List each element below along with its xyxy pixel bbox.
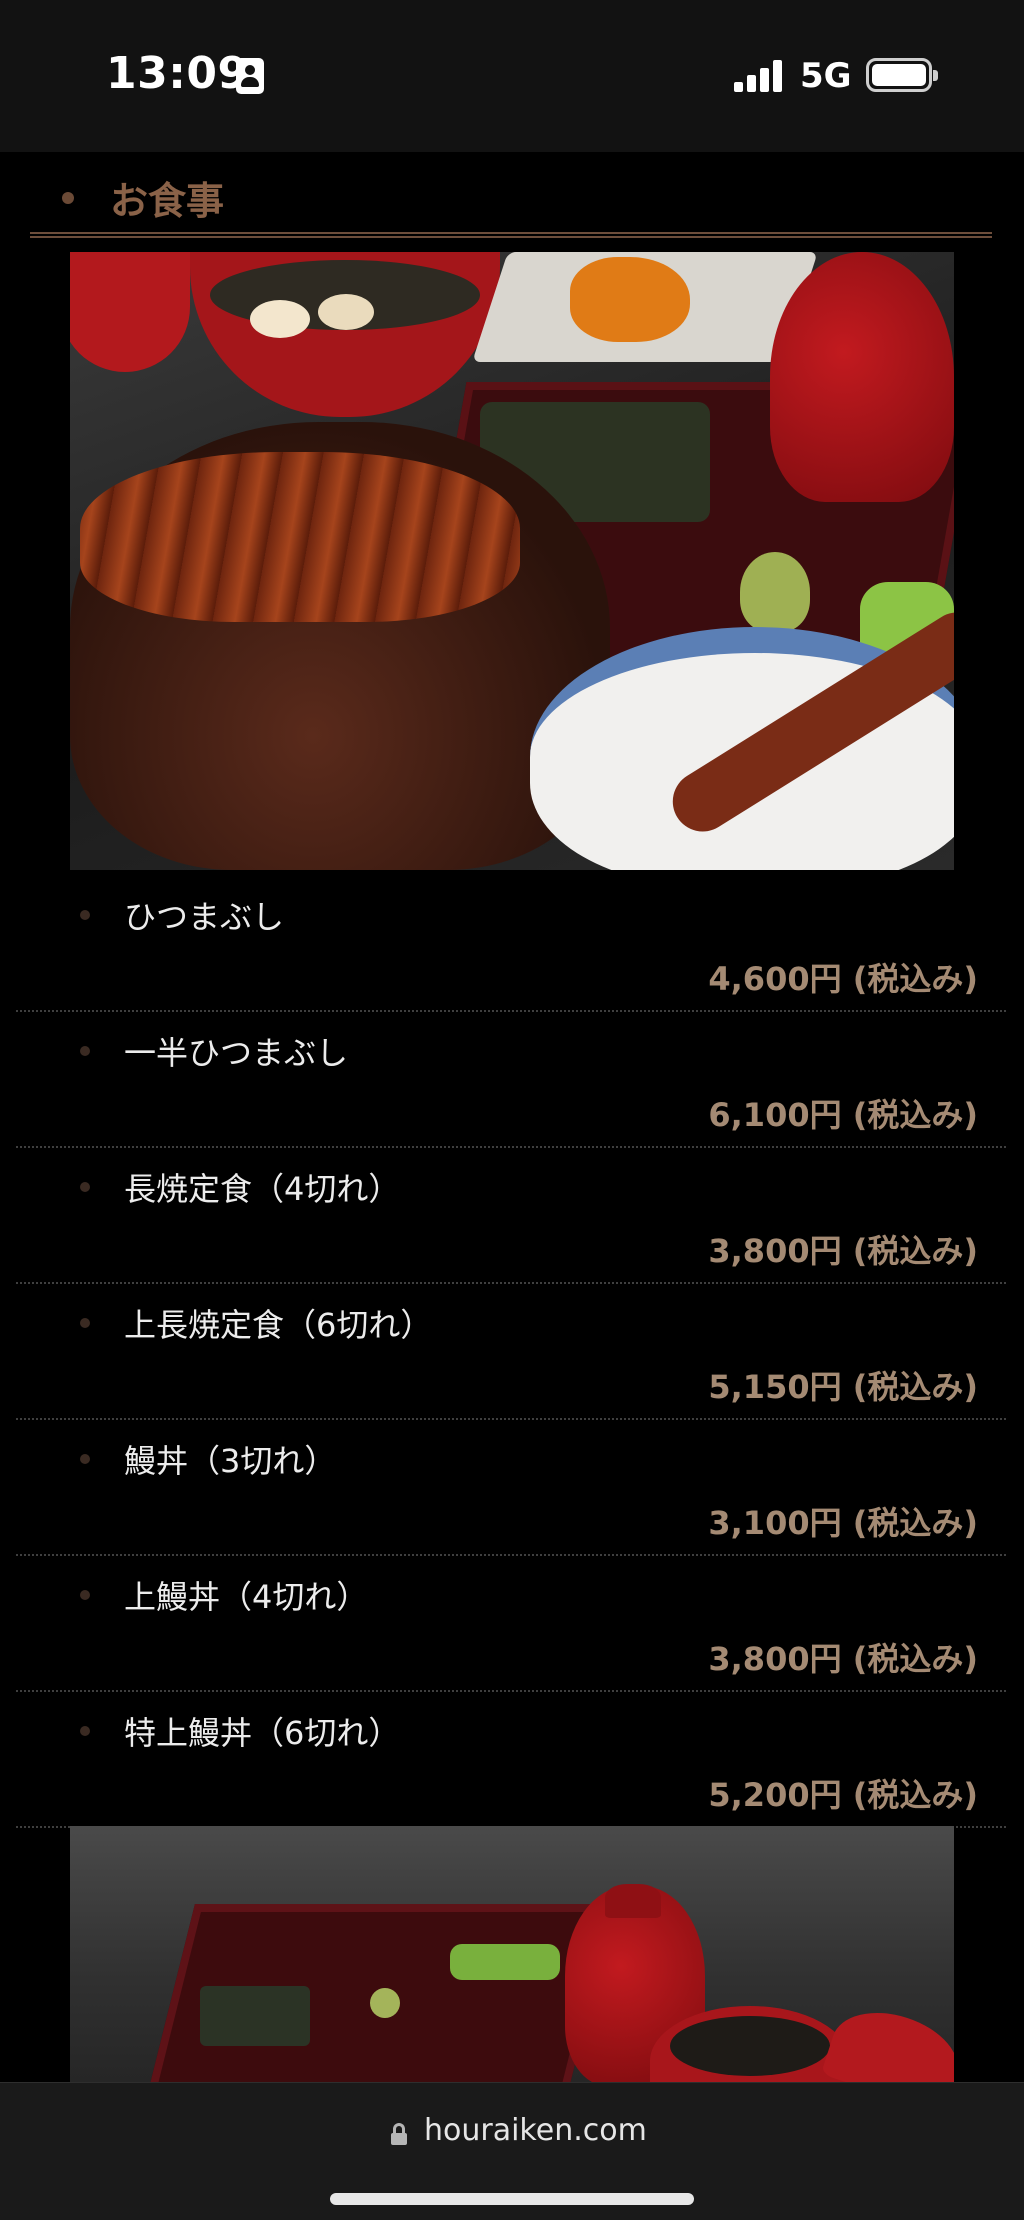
menu-item-name: 一半ひつまぶし (124, 1034, 349, 1072)
menu-item-name: ひつまぶし (124, 898, 285, 936)
bullet-icon (80, 1726, 90, 1736)
bullet-icon (80, 1318, 90, 1328)
contact-card-icon (236, 58, 264, 94)
menu-item-price: 5,150円 (税込み) (708, 1368, 978, 1406)
menu-item-name: 上鰻丼（4切れ） (124, 1578, 369, 1616)
menu-list: ひつまぶし 4,600円 (税込み) 一半ひつまぶし 6,100円 (税込み) … (16, 876, 1006, 1828)
section-title: お食事 (110, 179, 225, 223)
browser-address-bar[interactable]: houraiken.com (0, 2082, 1024, 2220)
menu-item: ひつまぶし 4,600円 (税込み) (16, 876, 1006, 1012)
status-time: 13:09 (106, 48, 249, 99)
hitsumabushi-photo (70, 252, 954, 870)
menu-item-name: 鰻丼（3切れ） (124, 1442, 337, 1480)
menu-item-name: 上長焼定食（6切れ） (124, 1306, 433, 1344)
section-bullet-icon (62, 192, 74, 204)
bullet-icon (80, 1182, 90, 1192)
network-type-label: 5G (800, 56, 852, 96)
menu-item: 一半ひつまぶし 6,100円 (税込み) (16, 1012, 1006, 1148)
unaju-set-photo (70, 1826, 954, 2082)
cellular-signal-icon (734, 60, 786, 92)
menu-item-price: 3,100円 (税込み) (708, 1504, 978, 1542)
menu-item: 上長焼定食（6切れ） 5,150円 (税込み) (16, 1284, 1006, 1420)
menu-item: 特上鰻丼（6切れ） 5,200円 (税込み) (16, 1692, 1006, 1828)
menu-item-name: 特上鰻丼（6切れ） (124, 1714, 401, 1752)
menu-item-price: 5,200円 (税込み) (708, 1776, 978, 1814)
status-bar: 13:09 5G (0, 0, 1024, 152)
menu-item-name: 長焼定食（4切れ） (124, 1170, 401, 1208)
menu-item: 上鰻丼（4切れ） 3,800円 (税込み) (16, 1556, 1006, 1692)
bullet-icon (80, 1454, 90, 1464)
bullet-icon (80, 1046, 90, 1056)
home-indicator[interactable] (330, 2193, 694, 2205)
menu-item-price: 4,600円 (税込み) (708, 960, 978, 998)
section-divider (30, 232, 992, 238)
menu-item-price: 3,800円 (税込み) (708, 1232, 978, 1270)
menu-item: 鰻丼（3切れ） 3,100円 (税込み) (16, 1420, 1006, 1556)
bullet-icon (80, 910, 90, 920)
menu-item: 長焼定食（4切れ） 3,800円 (税込み) (16, 1148, 1006, 1284)
battery-icon (866, 58, 938, 92)
lock-icon (391, 2123, 407, 2145)
url-text[interactable]: houraiken.com (424, 2113, 647, 2148)
bullet-icon (80, 1590, 90, 1600)
section-header: お食事 (30, 160, 992, 238)
menu-item-price: 6,100円 (税込み) (708, 1096, 978, 1134)
menu-item-price: 3,800円 (税込み) (708, 1640, 978, 1678)
